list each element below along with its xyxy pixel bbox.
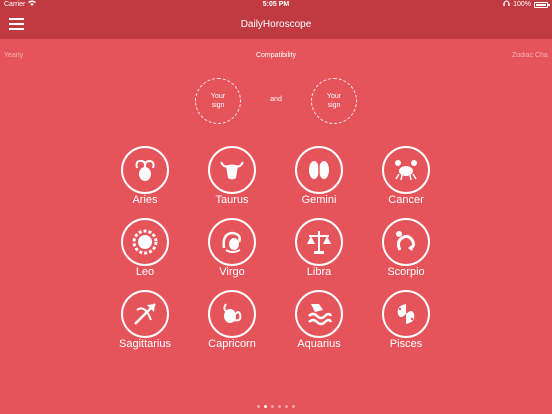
pisces-label: Pisces — [389, 338, 423, 350]
libra-icon — [295, 218, 343, 266]
page-dot[interactable] — [285, 405, 288, 408]
cancer-icon — [382, 146, 430, 194]
virgo-label: Virgo — [219, 266, 245, 278]
libra-label: Libra — [306, 266, 332, 278]
page-dot[interactable] — [271, 405, 274, 408]
leo-icon — [121, 218, 169, 266]
app-title: DailyHoroscope — [240, 19, 312, 30]
gemini-icon — [295, 146, 343, 194]
scorpio-icon — [382, 218, 430, 266]
aquarius-label: Aquarius — [297, 338, 341, 350]
cancer-label: Cancer — [388, 194, 424, 206]
page-dot[interactable] — [257, 405, 260, 408]
status-right: 100% — [503, 0, 550, 10]
aries-label: Aries — [132, 194, 158, 206]
pisces-icon — [382, 290, 430, 338]
capricorn-label: Capricorn — [208, 338, 256, 350]
status-bar: Carrier 5:05 PM 100% — [0, 0, 552, 10]
nav-bar: DailyHoroscope — [0, 10, 552, 39]
page-indicator[interactable] — [0, 405, 552, 408]
battery-percent: 100% — [513, 1, 531, 8]
page-dot[interactable] — [278, 405, 281, 408]
status-time: 5:05 PM — [262, 1, 290, 8]
page-dot-active[interactable] — [264, 405, 267, 408]
sagittarius-icon — [121, 290, 169, 338]
battery-icon — [534, 2, 550, 8]
gemini-label: Gemini — [301, 194, 337, 206]
leo-label: Leo — [135, 266, 155, 278]
headphones-icon — [503, 0, 510, 10]
your-sign-right-label: Your sign — [326, 93, 342, 109]
taurus-label: Taurus — [215, 194, 249, 206]
aquarius-icon — [295, 290, 343, 338]
taurus-icon — [208, 146, 256, 194]
scorpio-label: Scorpio — [387, 266, 425, 278]
sagittarius-label: Sagittarius — [119, 338, 171, 350]
aries-icon — [121, 146, 169, 194]
capricorn-icon — [208, 290, 256, 338]
tab-compatibility[interactable]: Compatibility — [0, 52, 552, 59]
virgo-icon — [208, 218, 256, 266]
and-label: and — [270, 96, 282, 103]
page-dot[interactable] — [292, 405, 295, 408]
tab-zodiac-chart[interactable]: Zodiac Cha — [512, 52, 548, 59]
your-sign-right-button[interactable]: Your sign — [311, 78, 357, 124]
